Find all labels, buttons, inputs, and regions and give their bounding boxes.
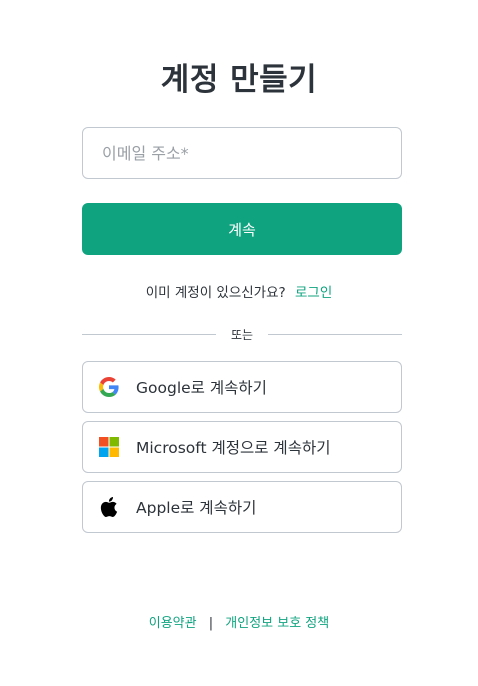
google-signin-label: Google로 계속하기 [136, 379, 267, 397]
or-divider: 또는 [82, 325, 402, 343]
apple-signin-label: Apple로 계속하기 [136, 499, 257, 517]
login-prompt: 이미 계정이 있으신가요? 로그인 [0, 281, 478, 301]
terms-link[interactable]: 이용약관 [149, 616, 197, 631]
login-prompt-text: 이미 계정이 있으신가요? [145, 285, 286, 301]
google-icon [99, 377, 119, 397]
email-field[interactable] [82, 127, 402, 179]
microsoft-icon [99, 437, 119, 457]
signup-page: 계정 만들기 계속 이미 계정이 있으신가요? 로그인 또는 Google로 계… [0, 0, 478, 686]
page-title: 계정 만들기 [160, 62, 318, 98]
divider-text: 또는 [230, 327, 254, 342]
microsoft-signin-label: Microsoft 계정으로 계속하기 [136, 439, 331, 457]
microsoft-signin-button[interactable]: Microsoft 계정으로 계속하기 [82, 421, 402, 473]
footer-links: 이용약관 | 개인정보 보호 정책 [0, 612, 478, 631]
continue-button[interactable]: 계속 [82, 203, 402, 255]
divider-line-right [268, 333, 402, 335]
footer-separator: | [208, 616, 214, 631]
divider-line-left [82, 333, 216, 335]
apple-signin-button[interactable]: Apple로 계속하기 [82, 481, 402, 533]
login-link[interactable]: 로그인 [295, 285, 332, 301]
google-signin-button[interactable]: Google로 계속하기 [82, 361, 402, 413]
apple-icon [99, 497, 119, 517]
privacy-policy-link[interactable]: 개인정보 보호 정책 [225, 616, 329, 631]
